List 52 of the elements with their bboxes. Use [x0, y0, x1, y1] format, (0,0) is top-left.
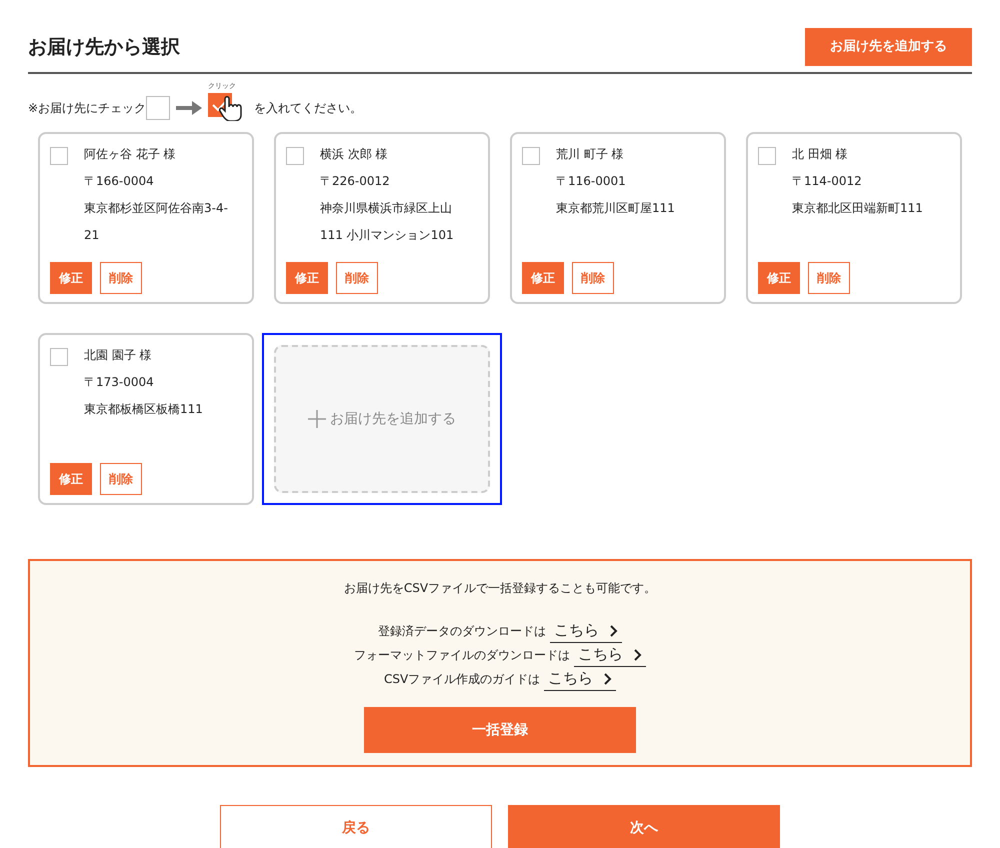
postal-code: 〒166-0004: [84, 173, 155, 190]
empty-checkbox-icon: [146, 96, 170, 120]
delete-button[interactable]: 削除: [808, 262, 850, 294]
arrow-icon: [176, 101, 202, 115]
delete-button[interactable]: 削除: [336, 262, 378, 294]
address-text: 東京都杉並区阿佐谷南3-4-21: [84, 200, 229, 244]
checkbox[interactable]: [286, 147, 304, 165]
download-link[interactable]: こちら: [574, 643, 646, 667]
edit-button[interactable]: 修正: [522, 262, 564, 294]
back-button[interactable]: 戻る: [220, 805, 492, 848]
delete-button[interactable]: 削除: [100, 463, 142, 495]
recipient-name: 阿佐ヶ谷 花子 様: [84, 146, 177, 163]
address-text: 東京都荒川区町屋111: [556, 200, 675, 217]
checkbox[interactable]: [50, 348, 68, 366]
postal-code: 〒114-0012: [792, 173, 863, 190]
checkbox[interactable]: [758, 147, 776, 165]
recipient-name: 荒川 町子 様: [556, 146, 625, 163]
download-link[interactable]: こちら: [550, 619, 622, 643]
address-text: 東京都板橋区板橋111: [84, 401, 203, 418]
bulk-register-button[interactable]: 一括登録: [364, 707, 636, 753]
address-text: 東京都北区田端新町111: [792, 200, 923, 217]
add-address-card[interactable]: お届け先を追加する: [274, 345, 490, 493]
checkbox[interactable]: [522, 147, 540, 165]
edit-button[interactable]: 修正: [50, 262, 92, 294]
page-title: お届け先から選択: [28, 36, 180, 58]
edit-button[interactable]: 修正: [286, 262, 328, 294]
address-text: 神奈川県横浜市緑区上山111 小川マンション101: [320, 200, 455, 244]
download-link[interactable]: こちら: [544, 667, 616, 691]
delete-button[interactable]: 削除: [100, 262, 142, 294]
chevron-icon: [634, 649, 642, 662]
recipient-name: 北 田畑 様: [792, 146, 849, 163]
checkbox[interactable]: [50, 147, 68, 165]
instruction-text: ※お届け先にチェック: [28, 100, 146, 117]
add-card-label: お届け先を追加する: [330, 410, 456, 428]
postal-code: 〒173-0004: [84, 374, 155, 391]
plus-icon: [308, 410, 326, 428]
edit-button[interactable]: 修正: [758, 262, 800, 294]
csv-link-label: 登録済データのダウンロードは: [378, 623, 546, 640]
chevron-icon: [604, 673, 612, 686]
csv-link-label: CSVファイル作成のガイドは: [384, 671, 540, 688]
instruction-text: を入れてください。: [254, 100, 362, 117]
next-button[interactable]: 次へ: [508, 805, 780, 848]
recipient-name: 北園 園子 様: [84, 347, 153, 364]
chevron-icon: [610, 625, 618, 638]
postal-code: 〒116-0001: [556, 173, 627, 190]
csv-link-label: フォーマットファイルのダウンロードは: [354, 647, 570, 664]
delete-button[interactable]: 削除: [572, 262, 614, 294]
edit-button[interactable]: 修正: [50, 463, 92, 495]
postal-code: 〒226-0012: [320, 173, 391, 190]
add-address-button[interactable]: お届け先を追加する: [805, 28, 972, 66]
csv-intro-text: お届け先をCSVファイルで一括登録することも可能です。: [342, 580, 658, 597]
recipient-name: 横浜 次郎 様: [320, 146, 389, 163]
